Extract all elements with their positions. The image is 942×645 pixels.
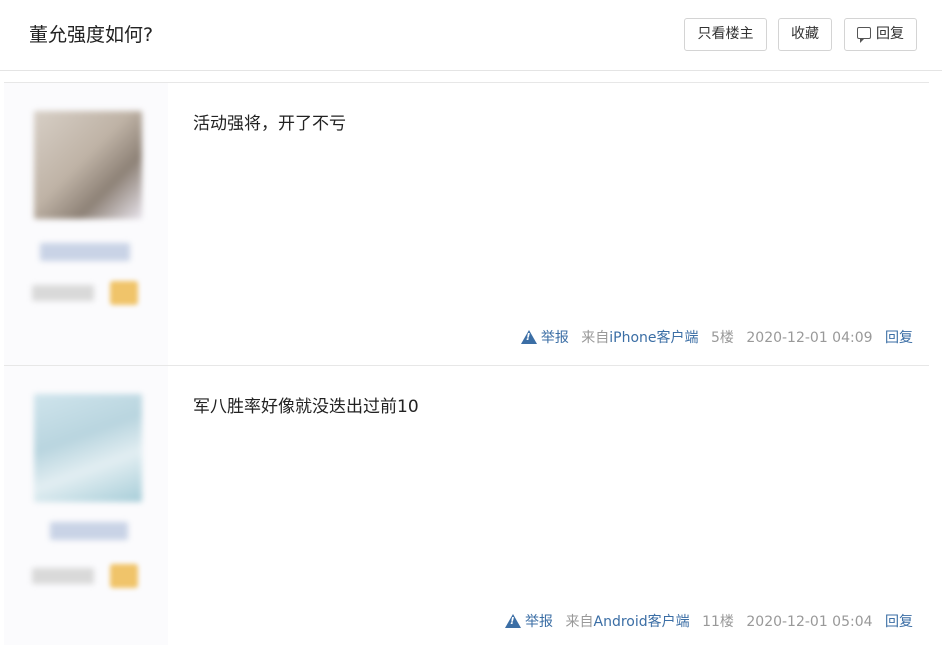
level-label: [32, 568, 94, 584]
client-prefix: 来自: [581, 330, 610, 346]
post-meta: 举报 来自iPhone客户端 5楼 2020-12-01 04:09 回复: [520, 329, 913, 347]
client-prefix: 来自: [565, 614, 594, 630]
post-time: 2020-12-01 04:09: [746, 330, 873, 346]
reply-button[interactable]: 回复: [844, 18, 917, 51]
post-reply-link[interactable]: 回复: [885, 614, 913, 630]
post-meta: 举报 来自Android客户端 11楼 2020-12-01 05:04 回复: [505, 613, 913, 631]
level-badge: [110, 281, 138, 305]
post: 军八胜率好像就没迭出过前10 举报 来自Android客户端 11楼 2020-…: [4, 366, 929, 645]
level-badge: [110, 564, 138, 588]
avatar[interactable]: [34, 111, 142, 219]
client-source[interactable]: 来自iPhone客户端: [581, 330, 698, 346]
thread-header: 董允强度如何? 只看楼主 收藏 回复: [0, 0, 942, 71]
post-content: 军八胜率好像就没迭出过前10: [193, 397, 419, 417]
reply-icon: [857, 27, 871, 43]
username[interactable]: [40, 243, 130, 261]
client-source[interactable]: 来自Android客户端: [566, 614, 690, 630]
client-device: Android客户端: [593, 614, 690, 630]
favorite-button[interactable]: 收藏: [778, 18, 832, 51]
post-reply-link[interactable]: 回复: [885, 330, 913, 346]
author-panel: [4, 366, 168, 645]
post-time: 2020-12-01 05:04: [746, 614, 873, 630]
warning-icon: [520, 330, 537, 344]
client-device: iPhone客户端: [609, 330, 699, 346]
report-label: 举报: [525, 614, 554, 630]
post: 活动强将，开了不亏 举报 来自iPhone客户端 5楼 2020-12-01 0…: [4, 82, 929, 366]
warning-icon: [505, 614, 522, 628]
report-label: 举报: [540, 330, 569, 346]
author-panel: [4, 83, 168, 365]
floor-number: 11楼: [702, 614, 734, 630]
username[interactable]: [50, 522, 128, 540]
thread-title: 董允强度如何?: [29, 24, 154, 46]
floor-number: 5楼: [711, 330, 734, 346]
avatar[interactable]: [34, 394, 142, 502]
level-label: [32, 285, 94, 301]
report-link[interactable]: 举报: [520, 330, 569, 346]
post-content: 活动强将，开了不亏: [193, 114, 346, 134]
report-link[interactable]: 举报: [505, 614, 553, 630]
only-op-button[interactable]: 只看楼主: [684, 18, 767, 51]
reply-button-label: 回复: [876, 26, 904, 42]
